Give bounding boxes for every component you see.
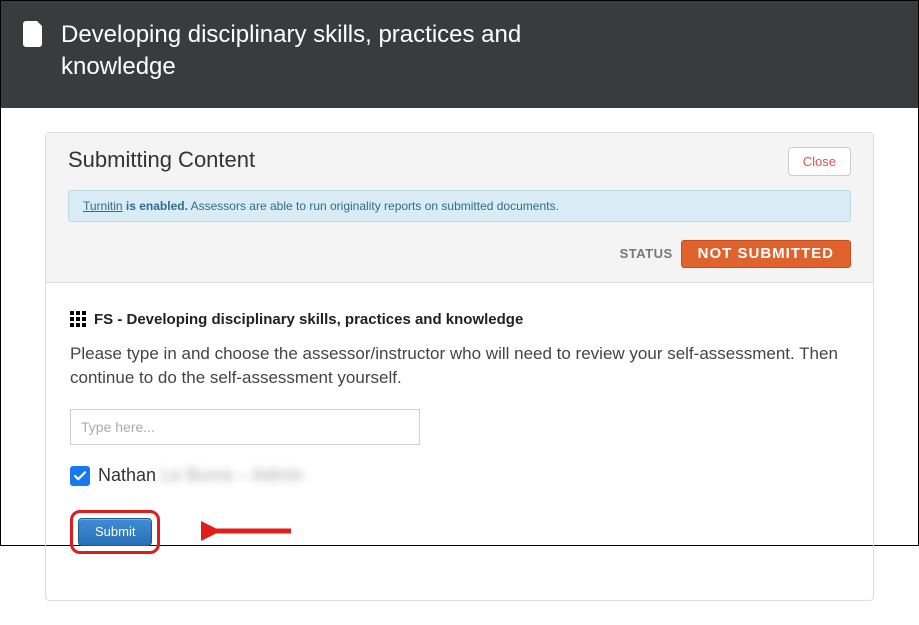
status-badge: NOT SUBMITTED	[681, 240, 851, 268]
submit-button[interactable]: Submit	[78, 518, 152, 546]
turnitin-info: Turnitin is enabled. Assessors are able …	[68, 190, 851, 222]
page-header: Developing disciplinary skills, practice…	[1, 1, 918, 108]
rubric-icon	[70, 311, 86, 327]
assessor-name: Nathan Le Burns – Admin	[98, 465, 303, 486]
instructions-text: Please type in and choose the assessor/i…	[70, 342, 849, 391]
submit-highlight: Submit	[70, 510, 160, 554]
assessor-row[interactable]: Nathan Le Burns – Admin	[70, 465, 849, 486]
page-title: Developing disciplinary skills, practice…	[61, 19, 621, 84]
assessor-search-input[interactable]	[70, 409, 420, 445]
turnitin-link[interactable]: Turnitin	[83, 199, 123, 213]
panel-title: Submitting Content	[68, 147, 255, 173]
submit-panel: Submitting Content Close Turnitin is ena…	[45, 132, 874, 601]
annotation-arrow-icon	[201, 514, 301, 548]
document-icon	[23, 21, 45, 52]
close-button[interactable]: Close	[788, 147, 851, 176]
assessor-checkbox[interactable]	[70, 466, 90, 486]
check-icon	[73, 469, 87, 483]
section-title: FS - Developing disciplinary skills, pra…	[94, 311, 523, 328]
status-label: STATUS	[620, 246, 673, 261]
info-strong: is enabled.	[123, 199, 188, 213]
info-rest: Assessors are able to run originality re…	[188, 199, 559, 213]
